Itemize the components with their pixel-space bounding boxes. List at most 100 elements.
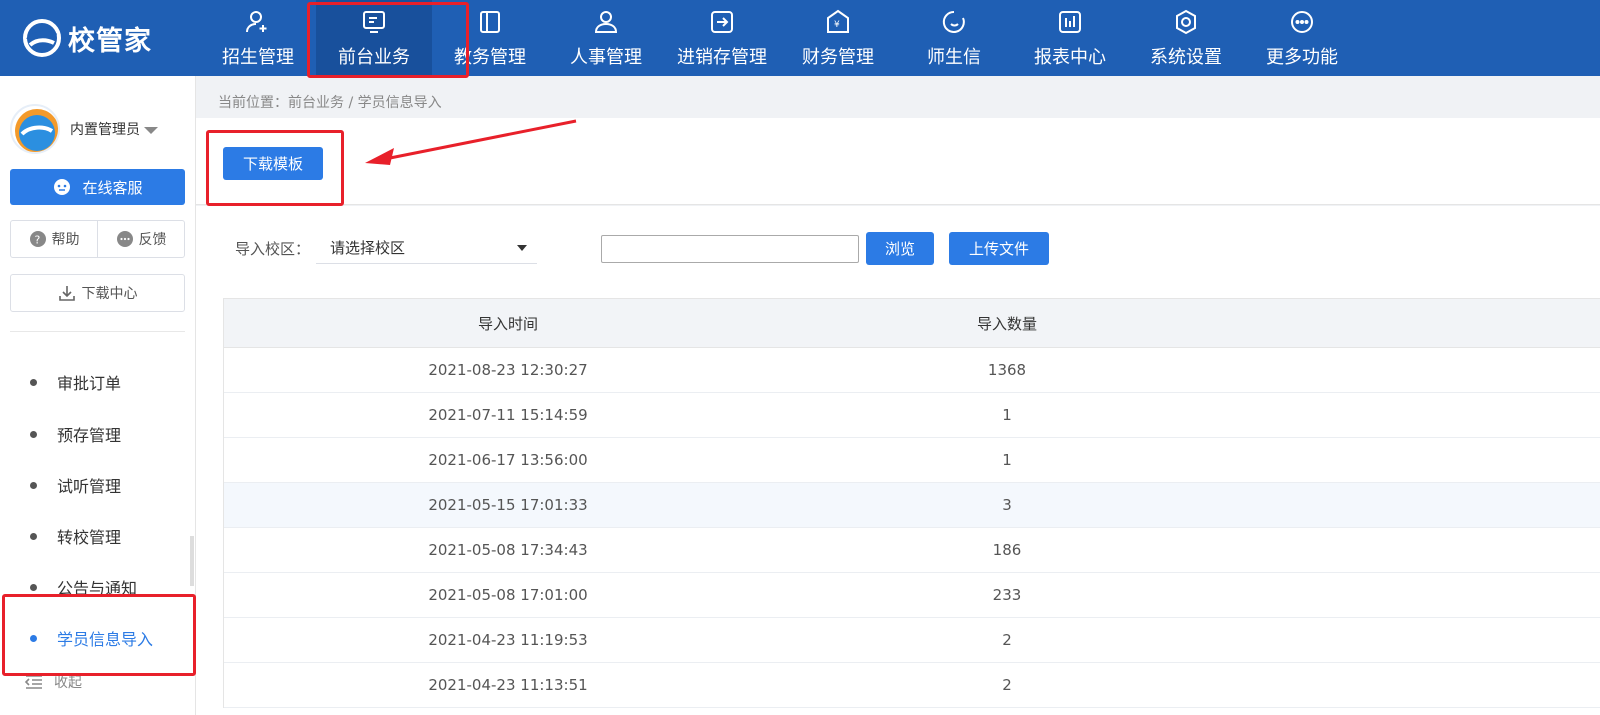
feedback-label: 反馈 bbox=[138, 232, 167, 248]
svg-text:?: ? bbox=[34, 234, 40, 247]
download-template-button[interactable]: 下载模板 bbox=[223, 147, 323, 180]
nav-item-messages[interactable]: 师生信 bbox=[896, 0, 1012, 76]
nav-item-front-desk[interactable]: 前台业务 bbox=[316, 0, 432, 76]
avatar bbox=[10, 104, 60, 154]
collapse-label: 收起 bbox=[54, 675, 82, 691]
brand-logo[interactable]: 校管家 bbox=[22, 16, 152, 60]
feedback-button[interactable]: 反馈 bbox=[97, 221, 184, 257]
monitor-icon bbox=[360, 8, 388, 36]
brand-name: 校管家 bbox=[68, 25, 152, 57]
nav-label: 招生管理 bbox=[222, 47, 294, 68]
nav-label: 报表中心 bbox=[1034, 47, 1106, 68]
template-panel bbox=[196, 118, 1600, 205]
cell-import-count: 2 bbox=[1002, 631, 1012, 649]
table-row[interactable]: 2021-05-08 17:01:00 233 bbox=[224, 573, 1600, 618]
campus-select[interactable]: 请选择校区 bbox=[316, 232, 537, 264]
nav-item-hr[interactable]: 人事管理 bbox=[548, 0, 664, 76]
upload-file-button[interactable]: 上传文件 bbox=[949, 232, 1049, 265]
nav-label: 财务管理 bbox=[802, 47, 874, 68]
cell-import-time: 2021-04-23 11:19:53 bbox=[428, 631, 588, 649]
logo-mark-icon bbox=[23, 19, 61, 57]
nav-item-inventory[interactable]: 进销存管理 bbox=[664, 0, 780, 76]
settings-icon bbox=[1172, 8, 1200, 36]
cell-import-count: 233 bbox=[992, 586, 1022, 604]
nav-item-settings[interactable]: 系统设置 bbox=[1128, 0, 1244, 76]
cell-import-time: 2021-06-17 13:56:00 bbox=[428, 451, 588, 469]
sidebar-item-prepaid[interactable]: 预存管理 bbox=[0, 410, 196, 458]
table-row[interactable]: 2021-07-11 15:14:59 1 bbox=[224, 393, 1600, 438]
user-profile[interactable]: 内置管理员 bbox=[10, 104, 158, 154]
nav-label: 进销存管理 bbox=[677, 47, 767, 68]
campus-select-value: 请选择校区 bbox=[330, 239, 406, 257]
sidebar-item-transfer[interactable]: 转校管理 bbox=[0, 512, 196, 560]
sidebar-item-trial[interactable]: 试听管理 bbox=[0, 461, 196, 509]
nav-label: 更多功能 bbox=[1266, 47, 1338, 68]
help-button[interactable]: ? 帮助 bbox=[11, 221, 97, 257]
main-nav: 招生管理 前台业务 教务管理 人事管理 进销存管理 ¥ 财务管理 师生信 报表中… bbox=[200, 0, 1360, 76]
nav-item-reports[interactable]: 报表中心 bbox=[1012, 0, 1128, 76]
nav-item-academic[interactable]: 教务管理 bbox=[432, 0, 548, 76]
cell-import-time: 2021-08-23 12:30:27 bbox=[428, 361, 588, 379]
column-header-import-count[interactable]: 导入数量 bbox=[792, 313, 1222, 334]
sidebar-item-label: 试听管理 bbox=[57, 477, 122, 496]
user-name: 内置管理员 bbox=[70, 119, 158, 139]
online-service-button[interactable]: 在线客服 bbox=[10, 169, 185, 205]
bullet-icon bbox=[30, 430, 37, 438]
finance-icon: ¥ bbox=[824, 8, 852, 36]
nav-label: 前台业务 bbox=[338, 47, 410, 68]
sidebar-item-notices[interactable]: 公告与通知 bbox=[0, 563, 196, 611]
caret-down-icon bbox=[517, 244, 527, 251]
table-row[interactable]: 2021-06-17 13:56:00 1 bbox=[224, 438, 1600, 483]
help-label: 帮助 bbox=[51, 232, 80, 248]
inventory-icon bbox=[708, 8, 736, 36]
bullet-icon bbox=[30, 532, 37, 540]
nav-item-finance[interactable]: ¥ 财务管理 bbox=[780, 0, 896, 76]
nav-label: 人事管理 bbox=[570, 47, 642, 68]
cell-import-count: 1 bbox=[1002, 451, 1012, 469]
bullet-icon bbox=[30, 634, 37, 642]
customer-service-icon bbox=[54, 179, 71, 195]
download-icon bbox=[58, 286, 75, 301]
file-path-input[interactable] bbox=[601, 235, 859, 263]
breadcrumb: 当前位置：前台业务 / 学员信息导入 bbox=[218, 95, 442, 111]
cell-import-count: 1 bbox=[1002, 406, 1012, 424]
cell-import-count: 2 bbox=[1002, 676, 1012, 694]
question-icon: ? bbox=[29, 231, 46, 247]
collapse-button[interactable]: 收起 bbox=[24, 672, 82, 692]
nav-item-enrollment[interactable]: 招生管理 bbox=[200, 0, 316, 76]
feedback-icon bbox=[116, 231, 133, 247]
chevron-down-icon bbox=[144, 126, 158, 134]
sidebar-item-label: 预存管理 bbox=[57, 426, 122, 445]
user-plus-icon bbox=[244, 8, 272, 36]
bullet-icon bbox=[30, 583, 37, 591]
cell-import-time: 2021-05-08 17:34:43 bbox=[428, 541, 588, 559]
svg-text:¥: ¥ bbox=[834, 20, 840, 30]
table-row[interactable]: 2021-08-23 12:30:27 1368 bbox=[224, 348, 1600, 393]
book-icon bbox=[476, 8, 504, 36]
campus-label: 导入校区： bbox=[235, 240, 311, 258]
sidebar-item-label: 审批订单 bbox=[57, 374, 122, 393]
sidebar-item-approve-orders[interactable]: 审批订单 bbox=[0, 358, 196, 406]
top-nav-bar: 校管家 招生管理 前台业务 教务管理 人事管理 进销存管理 ¥ 财务管理 师生信… bbox=[0, 0, 1600, 76]
download-center-button[interactable]: 下载中心 bbox=[10, 274, 185, 312]
user-name-text: 内置管理员 bbox=[70, 122, 140, 138]
table-row[interactable]: 2021-05-08 17:34:43 186 bbox=[224, 528, 1600, 573]
import-history-table: 导入时间 导入数量 2021-08-23 12:30:27 1368 2021-… bbox=[223, 298, 1600, 708]
browse-button[interactable]: 浏览 bbox=[866, 232, 934, 265]
cell-import-time: 2021-05-08 17:01:00 bbox=[428, 586, 588, 604]
nav-item-more[interactable]: 更多功能 bbox=[1244, 0, 1360, 76]
nav-label: 系统设置 bbox=[1150, 47, 1222, 68]
bullet-icon bbox=[30, 481, 37, 489]
table-row[interactable]: 2021-04-23 11:13:51 2 bbox=[224, 663, 1600, 708]
help-feedback-group: ? 帮助 反馈 bbox=[10, 220, 185, 258]
collapse-icon bbox=[24, 675, 42, 689]
cell-import-count: 3 bbox=[1002, 496, 1012, 514]
table-row[interactable]: 2021-05-15 17:01:33 3 bbox=[224, 483, 1600, 528]
table-row[interactable]: 2021-04-23 11:19:53 2 bbox=[224, 618, 1600, 663]
nav-label: 教务管理 bbox=[454, 47, 526, 68]
sidebar-item-student-import[interactable]: 学员信息导入 bbox=[0, 614, 196, 662]
sidebar-scrollbar[interactable] bbox=[190, 536, 194, 586]
sidebar-item-label: 转校管理 bbox=[57, 528, 122, 547]
sidebar-item-label: 公告与通知 bbox=[57, 579, 138, 598]
column-header-import-time[interactable]: 导入时间 bbox=[224, 313, 792, 334]
